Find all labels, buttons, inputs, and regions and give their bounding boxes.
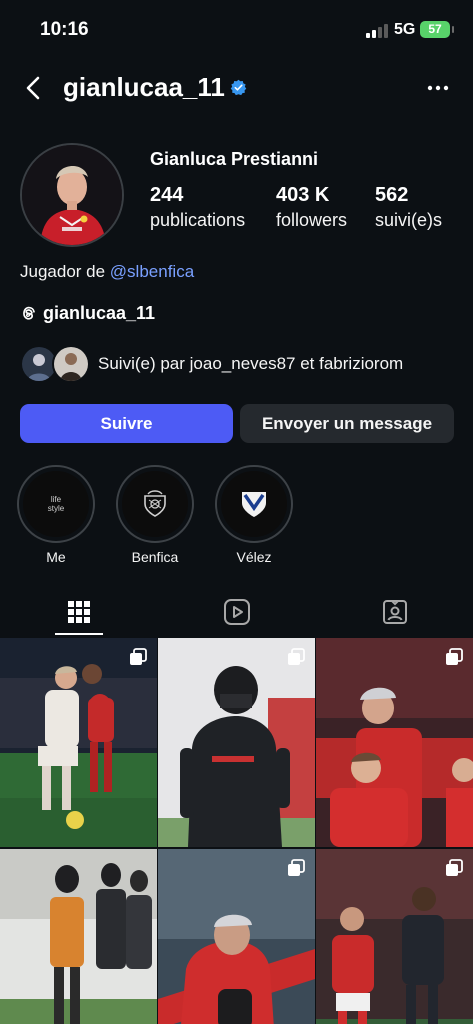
status-bar: 10:16 5G 57 [0,0,473,58]
follow-button-label: Suivre [100,413,153,433]
threads-handle: gianlucaa_11 [43,302,156,323]
post-thumbnail[interactable] [0,849,157,1024]
highlight-me[interactable]: life style Me [17,465,95,565]
more-options-icon[interactable] [426,84,450,92]
stat-label: publications [150,210,246,230]
cellular-signal-icon [366,24,388,38]
stat-label: suivi(e)s [375,210,443,230]
carousel-icon [288,648,305,665]
stat-value: 403 K [276,184,330,206]
profile-username: gianlucaa_11 [63,72,225,102]
message-button[interactable]: Envoyer un message [240,404,454,443]
highlight-label: Me [46,549,66,565]
highlight-benfica[interactable]: Benfica [116,465,194,565]
bio-mention-link[interactable]: @slbenfica [110,262,194,281]
mutual-avatars [20,345,92,383]
grid-icon [67,601,90,623]
post-thumbnail[interactable] [0,638,157,847]
verified-badge-icon [230,79,247,96]
highlight-ring [116,465,194,543]
highlight-label: Benfica [131,549,179,565]
threads-link[interactable]: gianlucaa_11 [20,301,155,325]
tab-tagged[interactable] [316,588,473,636]
network-type: 5G [394,21,416,38]
highlight-cover [221,471,287,537]
highlight-ring: life style [17,465,95,543]
velez-crest-icon [242,492,266,517]
highlight-velez[interactable]: Vélez [215,465,293,565]
content-tabs [0,588,473,636]
battery-level: 57 [428,22,442,36]
post-image [0,849,157,1024]
benfica-crest-icon [144,490,166,517]
carousel-icon [130,648,147,665]
post-thumbnail[interactable] [158,849,315,1024]
tab-posts-grid[interactable] [0,588,157,636]
profile-display-name: Gianluca Prestianni [150,149,319,169]
tab-reels[interactable] [158,588,315,636]
carousel-icon [446,648,463,665]
mutual-followers[interactable]: Suivi(e) par joao_neves87 et fabriziorom [20,345,403,383]
post-image [316,638,473,847]
carousel-icon [288,859,305,876]
followed-by-text: Suivi(e) par joao_neves87 et fabriziorom [98,354,404,373]
post-image [158,638,315,847]
tagged-icon [382,600,407,624]
stat-label: followers [276,210,348,230]
follow-button[interactable]: Suivre [20,404,233,443]
stat-value: 244 [150,184,184,206]
stat-followers[interactable]: 403 K followers [276,184,347,231]
post-thumbnail[interactable] [158,638,315,847]
profile-header: gianlucaa_11 [0,60,473,116]
back-icon[interactable] [20,74,48,102]
post-thumbnail[interactable] [316,638,473,847]
message-button-label: Envoyer un message [261,413,433,433]
highlight-ring [215,465,293,543]
stat-value: 562 [375,184,409,206]
profile-avatar[interactable] [20,143,124,247]
profile-bio: Jugador de @slbenfica [20,262,194,282]
highlight-cover-text: life style [47,495,65,513]
threads-icon [23,306,35,320]
highlight-label: Vélez [236,549,272,565]
active-tab-indicator [55,633,103,635]
posts-grid [0,638,473,1024]
status-time: 10:16 [40,19,89,40]
stat-following[interactable]: 562 suivi(e)s [375,184,442,231]
highlight-cover [122,471,188,537]
avatar-photo [22,145,122,245]
battery-icon: 57 [420,21,454,38]
mutual-avatar [52,345,90,383]
bio-text: Jugador de [20,262,110,281]
highlight-cover: life style [23,471,89,537]
carousel-icon [446,859,463,876]
post-image [0,638,157,847]
reels-icon [223,599,250,625]
stat-publications[interactable]: 244 publications [150,184,245,231]
post-thumbnail[interactable] [316,849,473,1024]
